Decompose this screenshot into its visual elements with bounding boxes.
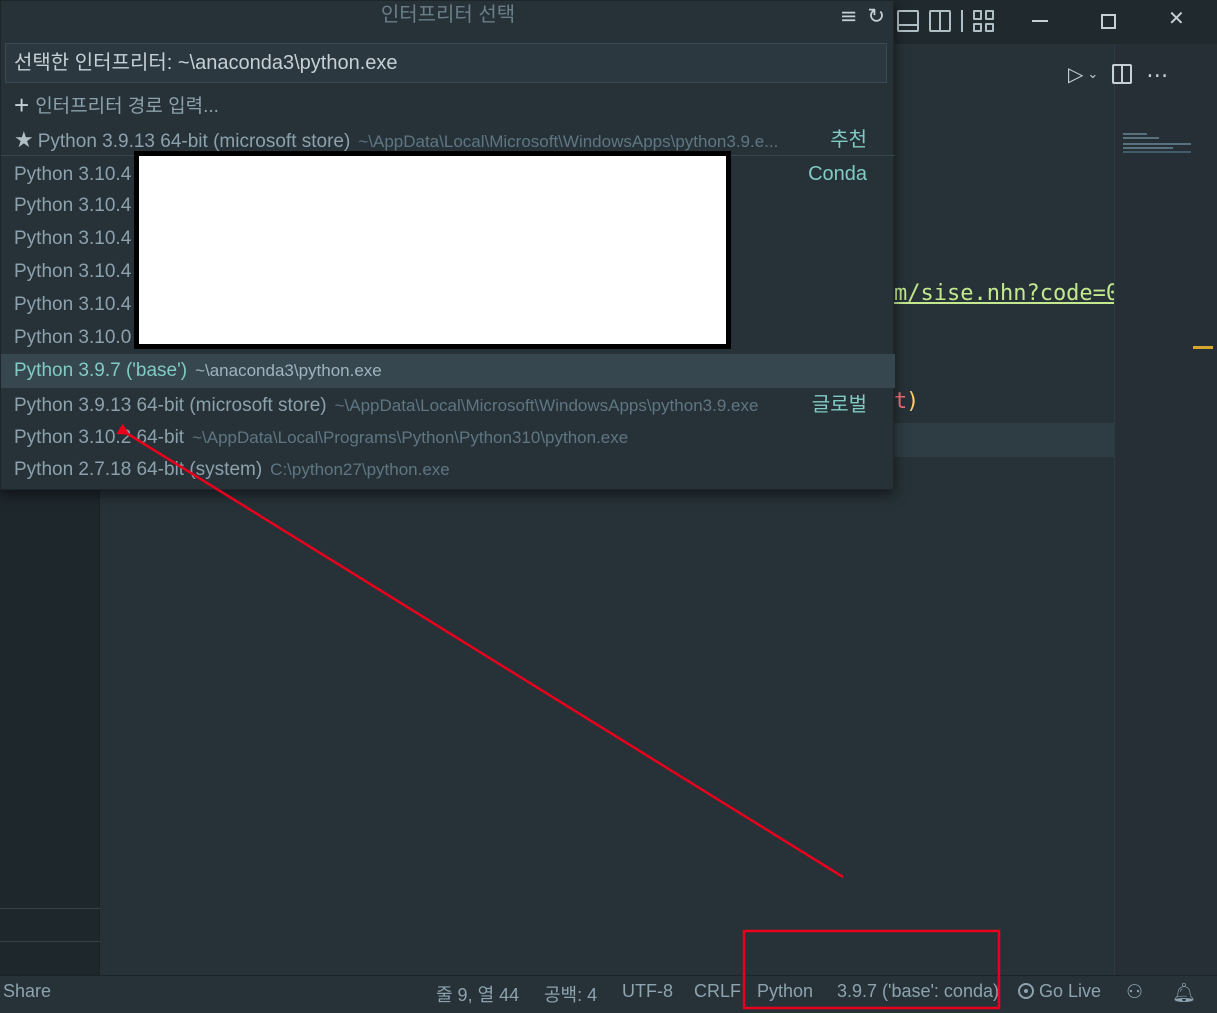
maximize-button[interactable] bbox=[1101, 14, 1116, 29]
interpreter-path: ~\anaconda3\python.exe bbox=[195, 361, 382, 380]
sidebar-divider bbox=[0, 941, 100, 942]
selected-interpreter-item[interactable]: Python 3.9.7 ('base') ~\anaconda3\python.… bbox=[1, 354, 895, 387]
current-line-highlight bbox=[894, 423, 1114, 457]
code-url-string[interactable]: m/sise.nhn?code=0 bbox=[894, 281, 1114, 306]
interpreter-path: ~\AppData\Local\Programs\Python\Python31… bbox=[192, 428, 629, 447]
global-interpreter-item[interactable]: Python 3.10.2 64-bit ~\AppData\Local\Prog… bbox=[1, 421, 895, 454]
cursor-position[interactable]: 줄 9, 열 44 bbox=[436, 981, 519, 1007]
global-interpreter-item[interactable]: Python 2.7.18 64-bit (system) C:\python27… bbox=[1, 453, 895, 486]
encoding[interactable]: UTF-8 bbox=[622, 981, 673, 1002]
interpreter-label: Python 3.10.4 bbox=[14, 195, 132, 216]
redaction-box bbox=[134, 151, 731, 349]
go-live-icon bbox=[1018, 983, 1034, 999]
quick-pick-input[interactable]: 선택한 인터프리터: ~\anaconda3\python.exe bbox=[5, 43, 887, 83]
go-live-button[interactable]: Go Live bbox=[1018, 981, 1101, 1002]
customize-layout-icon[interactable] bbox=[973, 10, 995, 32]
interpreter-label: Python 3.9.7 ('base') bbox=[14, 360, 188, 381]
line-ending[interactable]: CRLF bbox=[694, 981, 741, 1002]
layout-controls bbox=[897, 10, 995, 32]
divider bbox=[961, 10, 963, 32]
conda-tag: Conda bbox=[808, 163, 867, 185]
indentation[interactable]: 공백: 4 bbox=[544, 981, 597, 1007]
share-item[interactable]: Share bbox=[3, 981, 51, 1002]
more-icon[interactable]: … bbox=[1146, 58, 1169, 83]
sidebar-divider bbox=[0, 908, 100, 909]
interpreter-label: Python 3.10.4 bbox=[14, 261, 132, 282]
divider bbox=[1, 387, 895, 388]
global-interpreter-item[interactable]: Python 3.9.13 64-bit (microsoft store) ~\… bbox=[1, 389, 895, 422]
quick-pick-title: 인터프리터 선택 bbox=[380, 4, 516, 26]
minimize-button[interactable] bbox=[1032, 20, 1048, 22]
status-bar: Share 줄 9, 열 44 공백: 4 UTF-8 CRLF Python … bbox=[0, 975, 1217, 1013]
chevron-down-icon[interactable]: ⌄ bbox=[1087, 67, 1098, 82]
split-editor-icon[interactable] bbox=[1112, 64, 1133, 84]
interpreter-label: Python 2.7.18 64-bit (system) bbox=[14, 459, 263, 480]
quick-pick-actions: ≡ ↻ bbox=[840, 4, 885, 28]
minimap[interactable] bbox=[1114, 44, 1217, 975]
global-tag: 글로벌 bbox=[811, 394, 867, 416]
interpreter-path: ~\AppData\Local\Microsoft\WindowsApps\py… bbox=[334, 396, 759, 415]
interpreter-label: Python 3.10.4 bbox=[14, 228, 132, 249]
scrollbar-marker bbox=[1193, 346, 1213, 349]
interpreter-label: Python 3.10.2 64-bit bbox=[14, 427, 185, 448]
interpreter-label: Python 3.9.13 64-bit (microsoft store) bbox=[14, 395, 327, 416]
run-icon[interactable]: ▷ bbox=[1068, 62, 1083, 86]
star-icon: ★ bbox=[14, 127, 34, 152]
interpreter-path: C:\python27\python.exe bbox=[270, 460, 450, 479]
feedback-icon[interactable]: ⚇ bbox=[1126, 981, 1143, 1004]
interpreter-label: Python 3.10.4 bbox=[14, 294, 132, 315]
enter-interpreter-path-item[interactable]: + 인터프리터 경로 입력... bbox=[1, 89, 895, 122]
recommended-tag: 추천 bbox=[830, 129, 867, 151]
clear-list-icon[interactable]: ≡ bbox=[840, 4, 858, 28]
python-interpreter[interactable]: 3.9.7 ('base': conda) bbox=[837, 981, 999, 1002]
close-window-button[interactable]: ✕ bbox=[1168, 6, 1185, 30]
toggle-secondary-sidebar-icon[interactable] bbox=[929, 10, 951, 32]
interpreter-label: Python 3.10.0 bbox=[14, 327, 132, 348]
plus-icon: + bbox=[14, 90, 30, 120]
code-paren: ) bbox=[906, 389, 920, 414]
editor-actions: ▷ ⌄ … bbox=[1068, 58, 1169, 87]
interpreter-path: ~\AppData\Local\Microsoft\WindowsApps\py… bbox=[358, 132, 779, 151]
add-path-label: 인터프리터 경로 입력... bbox=[35, 96, 219, 117]
refresh-icon[interactable]: ↻ bbox=[867, 4, 885, 28]
go-live-label: Go Live bbox=[1039, 981, 1102, 1001]
bell-icon[interactable]: 🔔︎ bbox=[1172, 981, 1196, 1005]
language-mode[interactable]: Python bbox=[757, 981, 813, 1002]
interpreter-label: Python 3.9.13 64-bit (microsoft store) bbox=[37, 131, 351, 152]
toggle-panel-icon[interactable] bbox=[897, 10, 919, 32]
interpreter-label: Python 3.10.4 bbox=[14, 164, 132, 185]
